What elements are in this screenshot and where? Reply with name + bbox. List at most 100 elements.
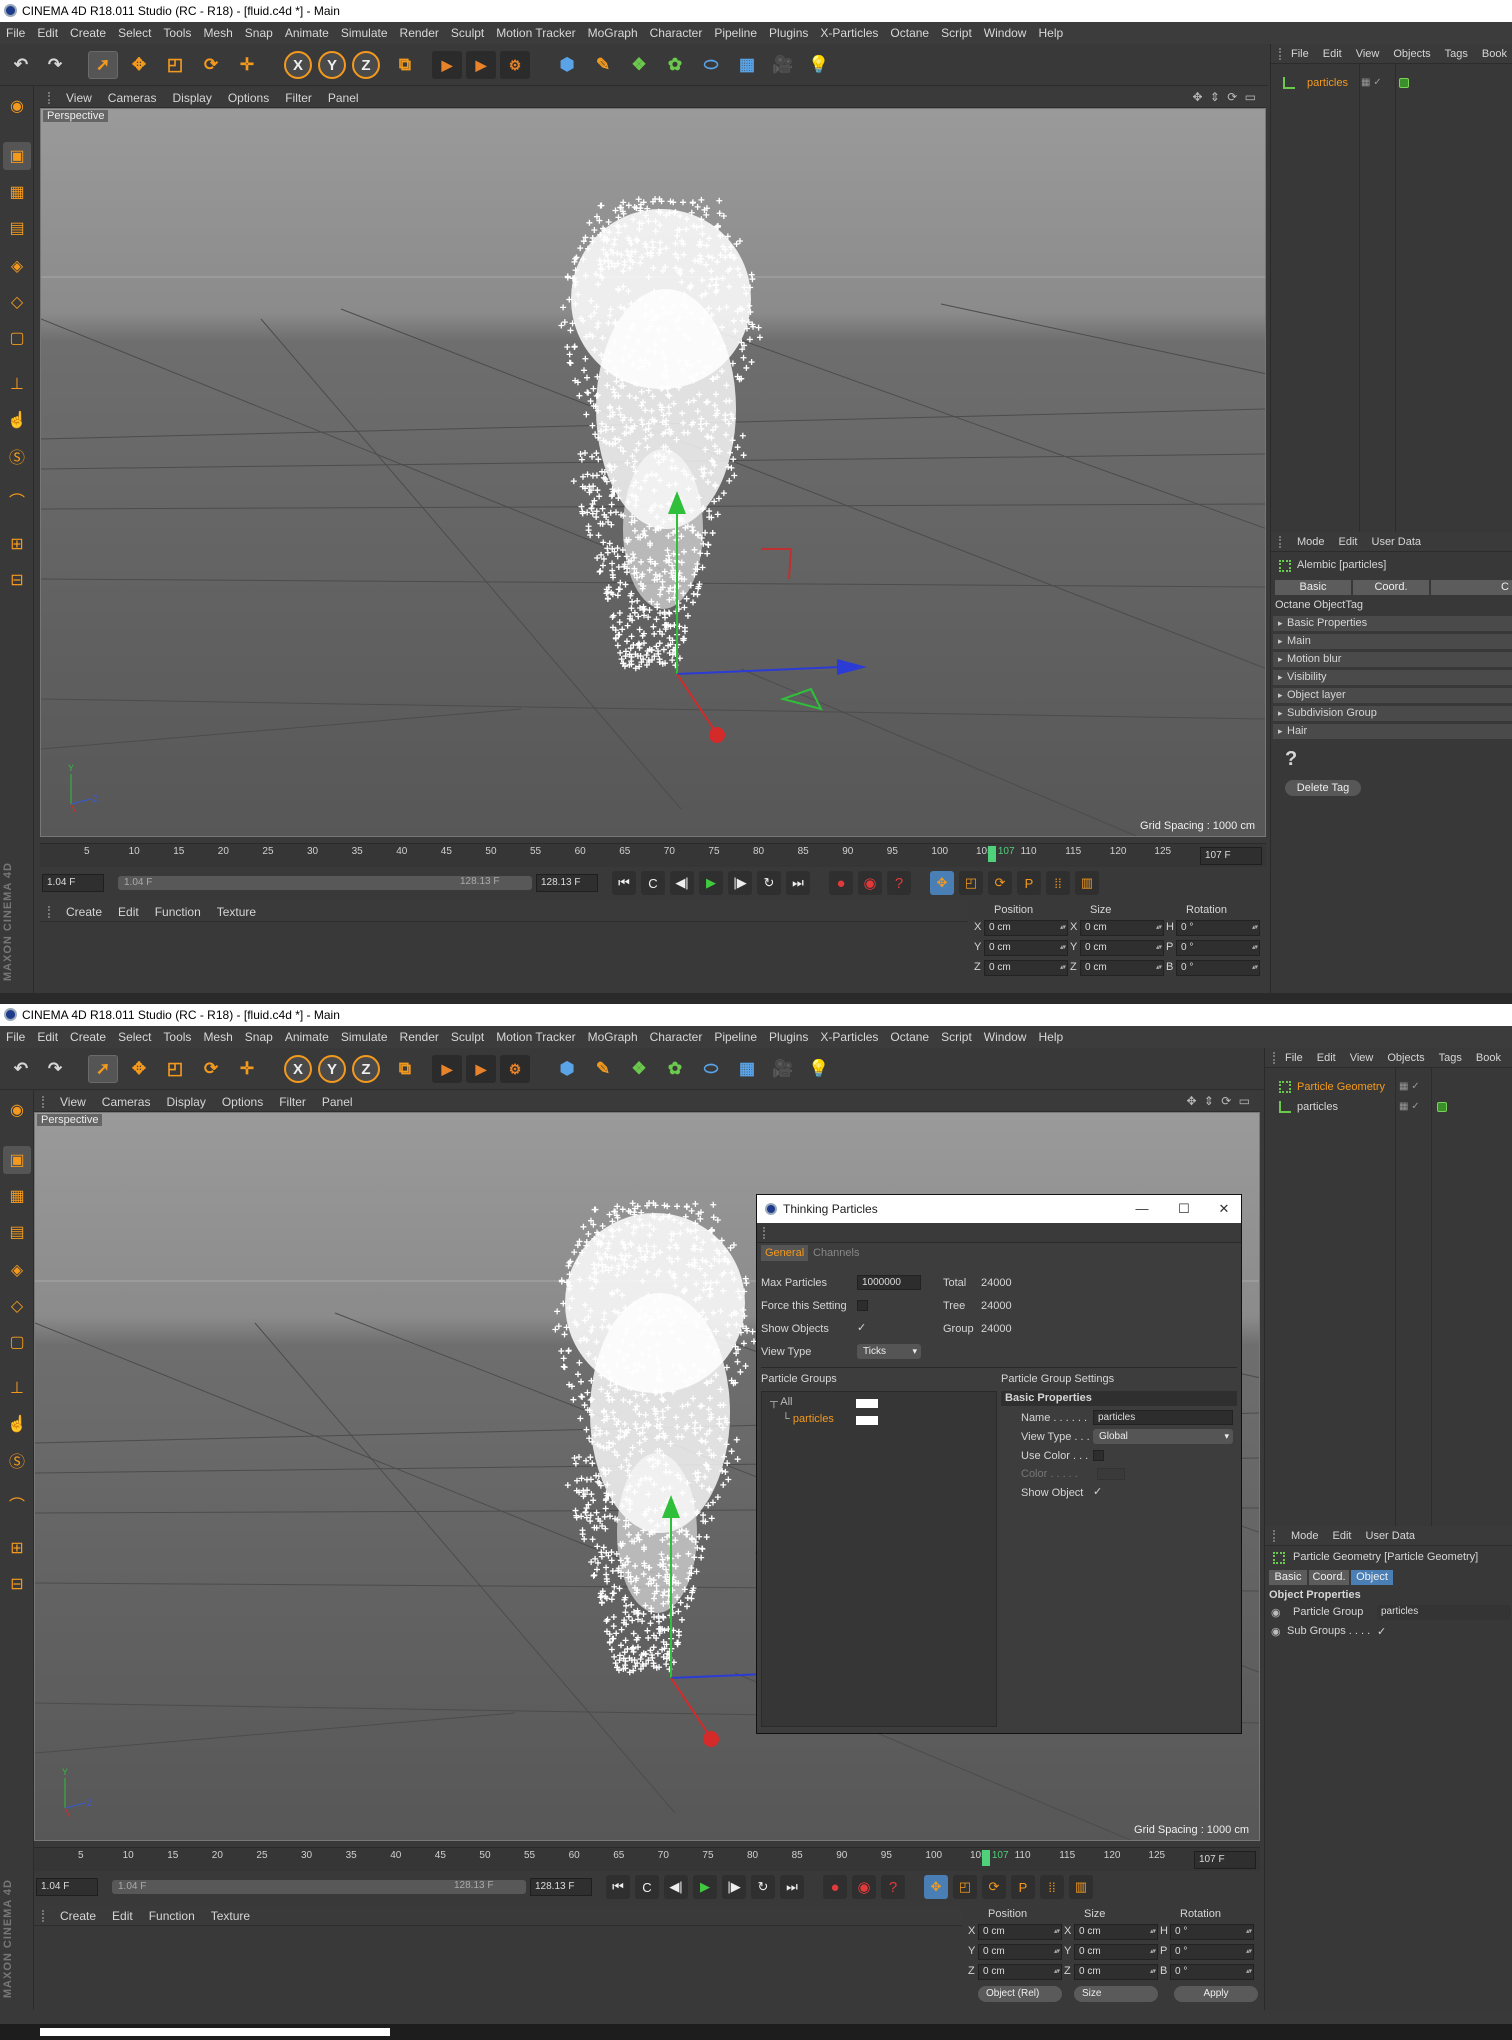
record-icon[interactable]: ● (823, 1875, 847, 1899)
redo-icon[interactable]: ↷ (40, 1055, 70, 1083)
viewport-menu-display[interactable]: Display (172, 91, 211, 105)
menu-sculpt[interactable]: Sculpt (451, 1030, 484, 1044)
edges-mode-icon[interactable]: ◇ (3, 1292, 31, 1320)
auto-key-icon[interactable]: ◉ (852, 1875, 876, 1899)
cube-icon[interactable]: ⬢ (552, 1055, 582, 1083)
menu-octane[interactable]: Octane (890, 26, 929, 40)
pen-icon[interactable]: ✎ (588, 1055, 618, 1083)
animate-radio-icon[interactable]: ◉ (1271, 1625, 1281, 1638)
planar-workplane-icon[interactable]: ⊟ (3, 566, 31, 594)
menu-window[interactable]: Window (984, 1030, 1027, 1044)
texture-mode-icon[interactable]: ▦ (3, 178, 31, 206)
visibility-toggle-icon[interactable]: ▦ ✓ (1361, 74, 1382, 92)
grip-handle[interactable] (48, 91, 56, 104)
mat-menu-texture[interactable]: Texture (211, 1909, 250, 1923)
timeline-ruler[interactable]: 5 10 15 20 25 30 35 40 45 50 55 60 65 70 75 80 85 90 95 100… (34, 1847, 1260, 1871)
redo-icon[interactable]: ↷ (40, 51, 70, 79)
playhead-marker[interactable] (981, 1850, 990, 1866)
planar-workplane-icon[interactable]: ⊟ (3, 1570, 31, 1598)
group-color-swatch[interactable] (856, 1399, 878, 1408)
auto-key-icon[interactable]: ◉ (858, 871, 882, 895)
menu-select[interactable]: Select (118, 1030, 151, 1044)
pen-icon[interactable]: ✎ (588, 51, 618, 79)
group-object-layer[interactable]: Object layer (1273, 688, 1512, 703)
play-icon[interactable]: ▶ (699, 871, 723, 895)
grip-handle[interactable] (1273, 1051, 1275, 1064)
om-menu-book[interactable]: Book (1476, 1052, 1501, 1064)
current-frame-field[interactable]: 107 F (1200, 847, 1262, 865)
position-x-field[interactable]: 0 cm (978, 1924, 1062, 1940)
polygons-mode-icon[interactable]: ▢ (3, 1328, 31, 1356)
start-frame-field[interactable]: 1.04 F (36, 1878, 98, 1896)
group-main[interactable]: Main (1273, 634, 1512, 649)
locked-workplane-icon[interactable]: ⊞ (3, 530, 31, 558)
coordinate-system-icon[interactable]: ⧉ (390, 51, 420, 79)
next-frame-icon[interactable]: |▶ (722, 1875, 746, 1899)
menu-render[interactable]: Render (400, 1030, 439, 1044)
menu-render[interactable]: Render (400, 26, 439, 40)
view-type-dropdown[interactable]: Ticks (857, 1344, 921, 1359)
light-icon[interactable]: 💡 (804, 51, 834, 79)
camera-icon[interactable]: 🎥 (768, 1055, 798, 1083)
menu-pipeline[interactable]: Pipeline (714, 26, 757, 40)
tree-node-particles[interactable]: └ particles (782, 1413, 834, 1425)
tab-object[interactable]: Object (1351, 1570, 1393, 1585)
start-frame-field[interactable]: 1.04 F (42, 874, 104, 892)
menu-tools[interactable]: Tools (163, 26, 191, 40)
size-mode-dropdown[interactable]: Size (1074, 1986, 1158, 2002)
om-menu-view[interactable]: View (1356, 48, 1380, 60)
name-field[interactable]: particles (1093, 1410, 1233, 1425)
current-frame-field[interactable]: 107 F (1194, 1851, 1256, 1869)
size-y-field[interactable]: 0 cm (1074, 1944, 1158, 1960)
menu-character[interactable]: Character (650, 1030, 703, 1044)
end-frame-field[interactable]: 128.13 F (536, 874, 598, 892)
last-frame-icon[interactable]: ⏭ (780, 1875, 804, 1899)
max-particles-field[interactable]: 1000000 (857, 1275, 921, 1290)
model-mode-icon[interactable]: ▣ (3, 142, 31, 170)
key-scale-icon[interactable]: ◰ (959, 871, 983, 895)
x-axis-icon[interactable]: X (284, 51, 312, 79)
menu-plugins[interactable]: Plugins (769, 26, 808, 40)
group-basic-properties[interactable]: Basic Properties (1273, 616, 1512, 631)
grip-handle[interactable] (1279, 535, 1287, 548)
menu-create[interactable]: Create (70, 26, 106, 40)
dialog-titlebar[interactable]: Thinking Particles — ☐ ✕ (757, 1195, 1241, 1223)
rotation-p-field[interactable]: 0 ° (1176, 940, 1260, 956)
select-arrow-icon[interactable]: ➚ (88, 1055, 118, 1083)
axis-mode-icon[interactable]: ⊥ (3, 1374, 31, 1402)
render-view-icon[interactable]: ▶ (432, 51, 462, 79)
z-axis-icon[interactable]: Z (352, 1055, 380, 1083)
om-menu-tags[interactable]: Tags (1445, 48, 1468, 60)
rotation-b-field[interactable]: 0 ° (1176, 960, 1260, 976)
visibility-toggle-icon[interactable]: ▦ ✓ (1399, 1078, 1420, 1096)
last-frame-icon[interactable]: ⏭ (786, 871, 810, 895)
viewport-menu-filter[interactable]: Filter (279, 1095, 306, 1109)
rotation-b-field[interactable]: 0 ° (1170, 1964, 1254, 1980)
polygons-mode-icon[interactable]: ▢ (3, 324, 31, 352)
make-editable-icon[interactable]: ◉ (3, 1096, 31, 1124)
refresh-icon[interactable]: ↻ (751, 1875, 775, 1899)
viewport-menu-panel[interactable]: Panel (328, 91, 359, 105)
menu-sculpt[interactable]: Sculpt (451, 26, 484, 40)
viewport-menu-options[interactable]: Options (228, 91, 269, 105)
force-setting-checkbox[interactable] (857, 1300, 868, 1311)
group-hair[interactable]: Hair (1273, 724, 1512, 739)
subdivision-icon[interactable]: ❖ (624, 51, 654, 79)
menu-tools[interactable]: Tools (163, 1030, 191, 1044)
om-menu-file[interactable]: File (1291, 48, 1309, 60)
rotate-icon[interactable]: ⟳ (196, 51, 226, 79)
menu-animate[interactable]: Animate (285, 1030, 329, 1044)
mat-menu-edit[interactable]: Edit (118, 905, 139, 919)
points-mode-icon[interactable]: ◈ (3, 252, 31, 280)
menu-simulate[interactable]: Simulate (341, 26, 388, 40)
solo-icon[interactable]: Ⓢ (3, 1446, 31, 1474)
tab-more[interactable]: C (1431, 580, 1512, 595)
menu-mograph[interactable]: MoGraph (588, 1030, 638, 1044)
size-y-field[interactable]: 0 cm (1080, 940, 1164, 956)
animate-radio-icon[interactable]: ◉ (1271, 1606, 1281, 1619)
position-z-field[interactable]: 0 cm (978, 1964, 1062, 1980)
make-editable-icon[interactable]: ◉ (3, 92, 31, 120)
apply-button[interactable]: Apply (1174, 1986, 1258, 2002)
viewport-menu-cameras[interactable]: Cameras (108, 91, 157, 105)
object-row-particles[interactable]: particles ▦ ✓ (1265, 1098, 1512, 1116)
